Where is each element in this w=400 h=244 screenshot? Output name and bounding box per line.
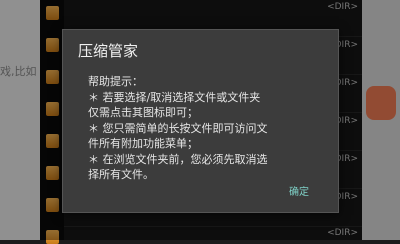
message-line: ＊ 若要选择/取消选择文件或文件夹 [88, 90, 261, 104]
ok-button[interactable]: 确定 [285, 181, 313, 200]
message-line: ＊ 在浏览文件夹前，您必须先取消选 [88, 152, 268, 166]
message-line: 仅需点击其图标即可； [88, 106, 198, 119]
help-dialog: 压缩管家 帮助提示： ＊ 若要选择/取消选择文件或文件夹 仅需点击其图标即可； … [62, 29, 339, 213]
message-line: ＊ 您只需简单的长按文件即可访问文 [88, 121, 268, 135]
dialog-message: 帮助提示： ＊ 若要选择/取消选择文件或文件夹 仅需点击其图标即可； ＊ 您只需… [88, 74, 333, 183]
message-line: 帮助提示： [88, 75, 143, 88]
dialog-title: 压缩管家 [78, 42, 139, 60]
message-line: 件所有附加功能菜单； [88, 137, 198, 150]
